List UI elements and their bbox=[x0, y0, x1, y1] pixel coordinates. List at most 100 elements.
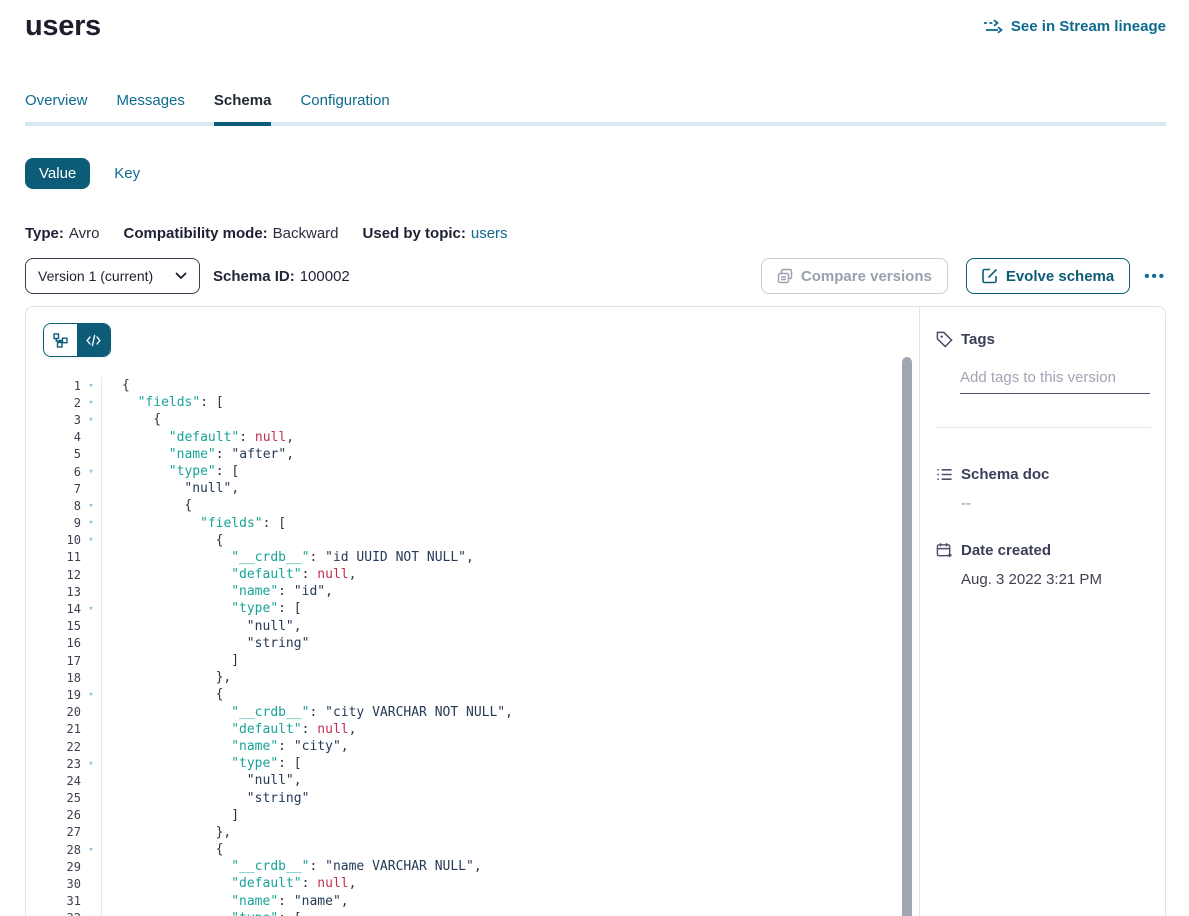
tab-schema[interactable]: Schema bbox=[214, 91, 272, 126]
compatibility-value: Backward bbox=[273, 225, 339, 242]
fold-spacer bbox=[81, 875, 102, 892]
fold-spacer bbox=[81, 893, 102, 910]
code-line: 6▾"type": [ bbox=[43, 463, 919, 480]
line-number: 21 bbox=[43, 722, 81, 736]
code-line: 25"string" bbox=[43, 790, 919, 807]
line-number: 18 bbox=[43, 671, 81, 685]
code-text: "fields": [ bbox=[102, 515, 286, 532]
stream-lineage-link[interactable]: See in Stream lineage bbox=[983, 18, 1166, 35]
value-tab-button[interactable]: Value bbox=[25, 158, 90, 189]
code-line: 18}, bbox=[43, 669, 919, 686]
code-view-button[interactable] bbox=[77, 324, 110, 356]
code-text: { bbox=[102, 497, 192, 514]
code-line: 13 "name": "id", bbox=[43, 583, 919, 600]
fold-spacer bbox=[81, 824, 102, 841]
calendar-plus-icon bbox=[936, 542, 953, 559]
code-text: { bbox=[102, 377, 130, 394]
code-line: 3▾{ bbox=[43, 411, 919, 428]
code-line: 19▾{ bbox=[43, 686, 919, 703]
code-line: 14▾"type": [ bbox=[43, 600, 919, 617]
type-label: Type: bbox=[25, 225, 64, 242]
date-created-value: Aug. 3 2022 3:21 PM bbox=[961, 571, 1151, 588]
code-line: 5"name": "after", bbox=[43, 446, 919, 463]
code-line: 17] bbox=[43, 652, 919, 669]
tab-overview[interactable]: Overview bbox=[25, 91, 88, 122]
fold-arrow-icon[interactable]: ▾ bbox=[81, 394, 102, 411]
tab-messages[interactable]: Messages bbox=[117, 91, 185, 122]
fold-arrow-icon[interactable]: ▾ bbox=[81, 686, 102, 703]
code-text: "__crdb__": "city VARCHAR NOT NULL", bbox=[102, 704, 513, 721]
tags-heading: Tags bbox=[961, 331, 995, 348]
line-number: 5 bbox=[43, 447, 81, 461]
code-text: "name": "name", bbox=[102, 893, 349, 910]
line-number: 1 bbox=[43, 379, 81, 393]
controls-row: Version 1 (current) Schema ID: 100002 bbox=[25, 258, 1166, 294]
type-value: Avro bbox=[69, 225, 100, 242]
fold-arrow-icon[interactable]: ▾ bbox=[81, 515, 102, 532]
fold-spacer bbox=[81, 480, 102, 497]
code-line: 27}, bbox=[43, 824, 919, 841]
fold-arrow-icon[interactable]: ▾ bbox=[81, 463, 102, 480]
fold-arrow-icon[interactable]: ▾ bbox=[81, 841, 102, 858]
code-text: ] bbox=[102, 807, 239, 824]
fold-spacer bbox=[81, 704, 102, 721]
code-text: "default": null, bbox=[102, 875, 356, 892]
date-created-heading-row: Date created bbox=[936, 542, 1151, 559]
vertical-scrollbar[interactable] bbox=[902, 357, 912, 916]
code-line: 32▾"type": [ bbox=[43, 910, 919, 916]
compare-versions-label: Compare versions bbox=[801, 268, 932, 285]
line-number: 13 bbox=[43, 585, 81, 599]
fold-arrow-icon[interactable]: ▾ bbox=[81, 532, 102, 549]
compare-versions-button[interactable]: Compare versions bbox=[761, 258, 948, 294]
line-number: 28 bbox=[43, 843, 81, 857]
line-number: 6 bbox=[43, 465, 81, 479]
fold-arrow-icon[interactable]: ▾ bbox=[81, 377, 102, 394]
tree-view-button[interactable] bbox=[44, 324, 77, 356]
code-text: "__crdb__": "id UUID NOT NULL", bbox=[102, 549, 474, 566]
key-tab-button[interactable]: Key bbox=[114, 165, 140, 182]
code-text: "__crdb__": "name VARCHAR NULL", bbox=[102, 858, 482, 875]
code-line: 22"name": "city", bbox=[43, 738, 919, 755]
tab-bar: Overview Messages Schema Configuration bbox=[25, 91, 1166, 126]
fold-arrow-icon[interactable]: ▾ bbox=[81, 411, 102, 428]
fold-spacer bbox=[81, 669, 102, 686]
code-text: { bbox=[102, 686, 223, 703]
chevron-down-icon bbox=[175, 272, 187, 280]
tags-heading-row: Tags bbox=[936, 331, 1151, 348]
code-line: 31"name": "name", bbox=[43, 893, 919, 910]
page-title: users bbox=[25, 10, 101, 43]
date-created-heading: Date created bbox=[961, 542, 1051, 559]
code-line: 9▾"fields": [ bbox=[43, 515, 919, 532]
code-line: 29 "__crdb__": "name VARCHAR NULL", bbox=[43, 858, 919, 875]
fold-arrow-icon[interactable]: ▾ bbox=[81, 910, 102, 916]
tree-view-icon bbox=[53, 333, 68, 348]
code-line: 11"__crdb__": "id UUID NOT NULL", bbox=[43, 549, 919, 566]
fold-spacer bbox=[81, 635, 102, 652]
line-number: 8 bbox=[43, 499, 81, 513]
code-text: "type": [ bbox=[102, 910, 302, 916]
code-text: "default": null, bbox=[102, 429, 294, 446]
schema-id-value: 100002 bbox=[300, 268, 350, 285]
schema-type-toggle: Value Key bbox=[25, 158, 1166, 189]
more-options-button[interactable]: ••• bbox=[1144, 268, 1166, 285]
line-number: 29 bbox=[43, 860, 81, 874]
line-number: 26 bbox=[43, 808, 81, 822]
fold-arrow-icon[interactable]: ▾ bbox=[81, 497, 102, 514]
schema-code-pane: 1▾{2▾"fields": [3▾{4"default": null,5"na… bbox=[26, 307, 919, 916]
code-text: "type": [ bbox=[102, 463, 239, 480]
fold-arrow-icon[interactable]: ▾ bbox=[81, 755, 102, 772]
tab-configuration[interactable]: Configuration bbox=[300, 91, 389, 122]
code-text: "name": "id", bbox=[102, 583, 333, 600]
line-number: 23 bbox=[43, 757, 81, 771]
evolve-schema-button[interactable]: Evolve schema bbox=[966, 258, 1130, 294]
add-tags-input[interactable] bbox=[960, 369, 1150, 394]
code-editor[interactable]: 1▾{2▾"fields": [3▾{4"default": null,5"na… bbox=[43, 377, 919, 916]
line-number: 12 bbox=[43, 568, 81, 582]
code-line: 23▾"type": [ bbox=[43, 755, 919, 772]
line-number: 19 bbox=[43, 688, 81, 702]
fold-arrow-icon[interactable]: ▾ bbox=[81, 600, 102, 617]
topic-link[interactable]: users bbox=[471, 225, 508, 242]
version-selector[interactable]: Version 1 (current) bbox=[25, 258, 200, 294]
fold-spacer bbox=[81, 807, 102, 824]
line-number: 27 bbox=[43, 825, 81, 839]
